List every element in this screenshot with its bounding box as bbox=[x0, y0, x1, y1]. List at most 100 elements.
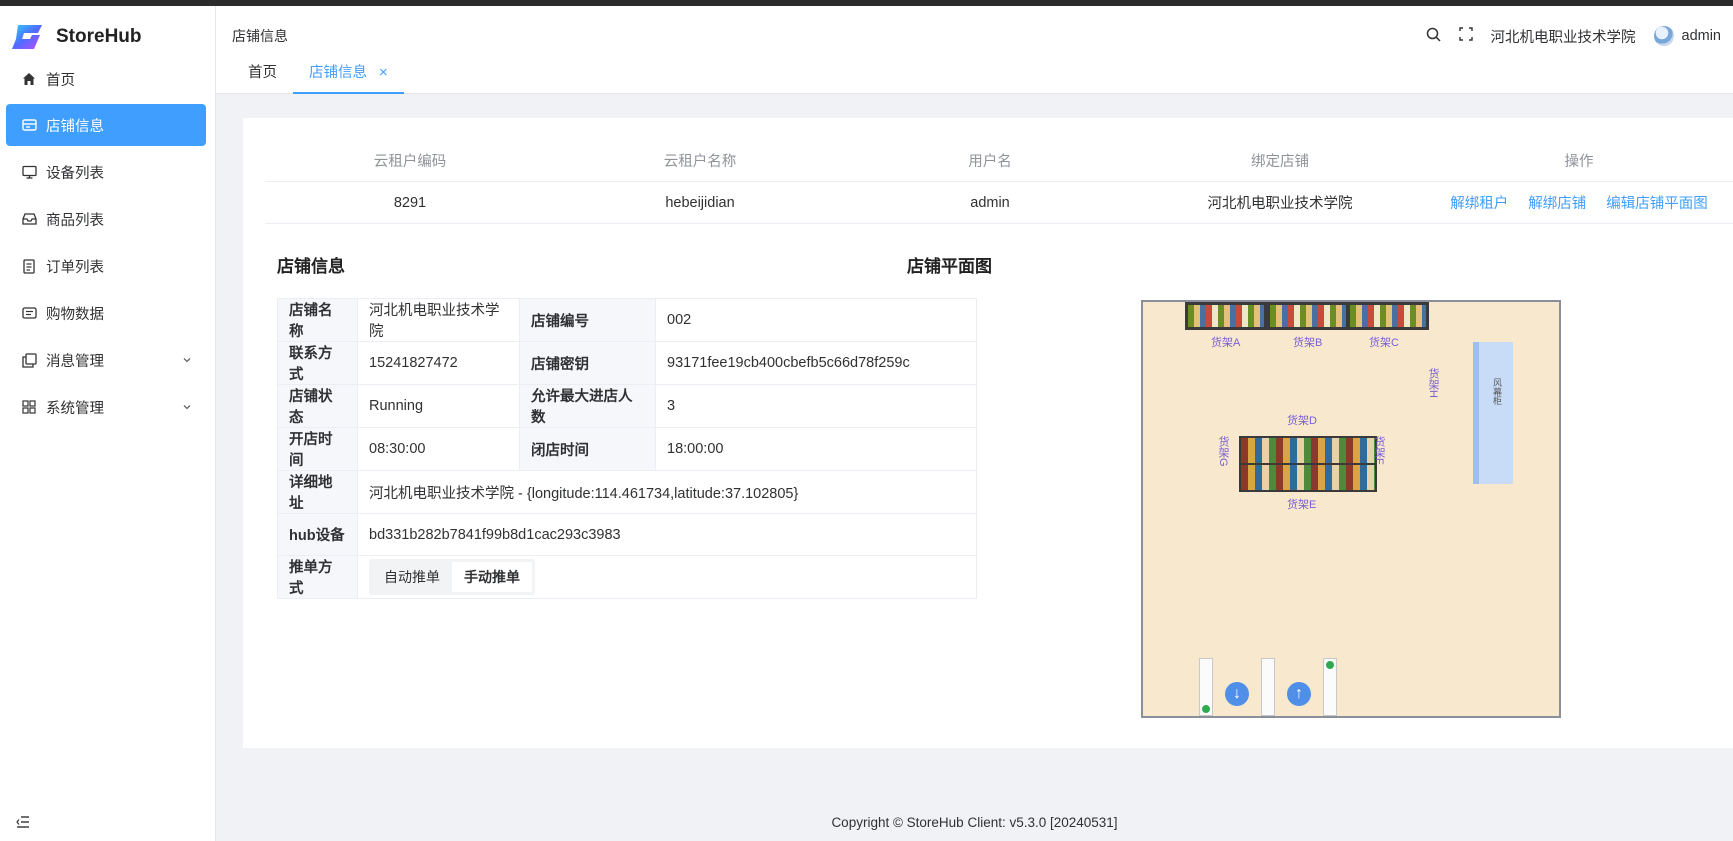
info-label: 店铺名称 bbox=[277, 298, 358, 342]
bound-store: 河北机电职业技术学院 bbox=[1207, 196, 1353, 212]
shelf-c-label: 货架C bbox=[1369, 337, 1399, 349]
sidebar-item-orders[interactable]: 订单列表 bbox=[6, 245, 206, 287]
page-tabs: 首页 店铺信息 × bbox=[232, 58, 404, 94]
home-icon bbox=[20, 70, 38, 88]
exit-arrow-icon: ↓ bbox=[1225, 682, 1249, 706]
shelf-b bbox=[1267, 302, 1349, 330]
info-row: 联系方式 15241827472 店铺密钥 93171fee19cb400cbe… bbox=[277, 341, 977, 385]
info-label: 店铺状态 bbox=[277, 384, 358, 428]
user-menu[interactable]: admin bbox=[1653, 26, 1722, 46]
info-row: hub设备 bd331b282b7841f99b8d1cac293c3983 bbox=[277, 513, 977, 556]
storehub-logo-icon bbox=[10, 22, 44, 52]
info-label: 联系方式 bbox=[277, 341, 358, 385]
floor-plan: 货架A 货架B 货架C 货架H 风幕柜 货架D 货架G 货架F 货架E ↓ ↑ bbox=[1141, 300, 1561, 718]
info-row: 推单方式 自动推单 手动推单 bbox=[277, 555, 977, 599]
app-logo[interactable]: StoreHub bbox=[10, 19, 142, 55]
sidebar: StoreHub 首页 店铺信息 设备列表 商品列表 订单列表 购物数据 消息管… bbox=[0, 6, 216, 841]
sidebar-item-store-info[interactable]: 店铺信息 bbox=[6, 104, 206, 146]
floor-plan-title: 店铺平面图 bbox=[907, 257, 992, 276]
column-header: 云租户名称 bbox=[663, 154, 737, 170]
column-header: 用户名 bbox=[968, 154, 1012, 170]
tenant-name: hebeijidian bbox=[665, 194, 735, 211]
search-icon[interactable] bbox=[1426, 27, 1441, 46]
shelf-f-label: 货架F bbox=[1373, 436, 1385, 465]
info-row: 详细地址 河北机电职业技术学院 - {longitude:114.461734,… bbox=[277, 470, 977, 514]
shelf-b-label: 货架B bbox=[1293, 337, 1323, 349]
status-dot bbox=[1325, 660, 1335, 670]
entry-gate bbox=[1261, 658, 1275, 716]
top-header: 店铺信息 河北机电职业技术学院 admin 首页 店铺信息 × bbox=[216, 6, 1733, 94]
push-mode-cell: 自动推单 手动推单 bbox=[357, 555, 977, 599]
data-icon bbox=[20, 304, 38, 322]
close-time-value: 18:00:00 bbox=[655, 427, 977, 471]
store-info-table: 店铺名称 河北机电职业技术学院 店铺编号 002 联系方式 1524182747… bbox=[277, 298, 977, 599]
tab-store-info[interactable]: 店铺信息 × bbox=[293, 58, 404, 94]
info-label: 开店时间 bbox=[277, 427, 358, 471]
username: admin bbox=[1681, 28, 1722, 44]
sidebar-item-system[interactable]: 系统管理 bbox=[6, 386, 206, 428]
shelf-d-label: 货架D bbox=[1287, 415, 1317, 427]
open-time-value: 08:30:00 bbox=[357, 427, 520, 471]
display-cabinet: 风幕柜 bbox=[1473, 342, 1513, 484]
unbind-tenant-link[interactable]: 解绑租户 bbox=[1450, 196, 1508, 212]
info-row: 店铺状态 Running 允许最大进店人数 3 bbox=[277, 384, 977, 428]
column-header: 绑定店铺 bbox=[1251, 154, 1309, 170]
table-header-row: 云租户编码 云租户名称 用户名 绑定店铺 操作 bbox=[265, 140, 1733, 182]
push-auto-option[interactable]: 自动推单 bbox=[372, 562, 452, 592]
info-label: 推单方式 bbox=[277, 555, 358, 599]
row-actions: 解绑租户 解绑店铺 编辑店铺平面图 bbox=[1425, 192, 1733, 213]
chevron-down-icon bbox=[182, 400, 192, 416]
store-status-value: Running bbox=[357, 384, 520, 428]
sidebar-item-label: 系统管理 bbox=[46, 400, 104, 417]
cabinet-label: 风幕柜 bbox=[1492, 378, 1502, 405]
sidebar-item-label: 消息管理 bbox=[46, 353, 104, 370]
fullscreen-icon[interactable] bbox=[1458, 27, 1473, 45]
info-label: 店铺编号 bbox=[519, 298, 656, 342]
copy-icon bbox=[20, 351, 38, 369]
push-mode-toggle: 自动推单 手动推单 bbox=[369, 559, 535, 595]
unbind-store-link[interactable]: 解绑店铺 bbox=[1528, 196, 1586, 212]
header-actions: 河北机电职业技术学院 admin bbox=[1426, 24, 1722, 48]
inbox-icon bbox=[20, 210, 38, 228]
sidebar-item-shopping-data[interactable]: 购物数据 bbox=[6, 292, 206, 334]
collapse-sidebar-icon[interactable] bbox=[16, 815, 30, 831]
app-name: StoreHub bbox=[56, 26, 142, 47]
close-icon[interactable]: × bbox=[379, 64, 388, 81]
column-header: 操作 bbox=[1564, 154, 1594, 170]
store-number-value: 002 bbox=[655, 298, 977, 342]
sidebar-item-label: 设备列表 bbox=[46, 165, 104, 182]
shelf-e-label: 货架E bbox=[1287, 499, 1317, 511]
store-name-value: 河北机电职业技术学院 bbox=[357, 298, 520, 342]
tab-label: 店铺信息 bbox=[309, 65, 367, 81]
sidebar-item-messages[interactable]: 消息管理 bbox=[6, 339, 206, 381]
tab-home[interactable]: 首页 bbox=[232, 58, 293, 94]
shelf-a bbox=[1185, 302, 1267, 330]
max-people-value: 3 bbox=[655, 384, 977, 428]
shelf-c bbox=[1347, 302, 1429, 330]
store-info-title: 店铺信息 bbox=[277, 257, 345, 276]
shelf-h-label: 货架H bbox=[1427, 368, 1439, 398]
tab-label: 首页 bbox=[248, 65, 277, 81]
shelf-a-label: 货架A bbox=[1211, 337, 1241, 349]
sidebar-item-label: 首页 bbox=[46, 72, 75, 89]
document-icon bbox=[20, 257, 38, 275]
entry-arrow-icon: ↑ bbox=[1287, 682, 1311, 706]
info-row: 开店时间 08:30:00 闭店时间 18:00:00 bbox=[277, 427, 977, 471]
info-label: hub设备 bbox=[277, 513, 358, 556]
tenant-username: admin bbox=[970, 194, 1010, 211]
info-label: 允许最大进店人数 bbox=[519, 384, 656, 428]
status-dot bbox=[1201, 704, 1211, 714]
push-manual-option[interactable]: 手动推单 bbox=[452, 562, 532, 592]
breadcrumb: 店铺信息 bbox=[232, 28, 288, 44]
sidebar-item-home[interactable]: 首页 bbox=[6, 58, 206, 100]
info-label: 店铺密钥 bbox=[519, 341, 656, 385]
sidebar-item-products[interactable]: 商品列表 bbox=[6, 198, 206, 240]
address-value: 河北机电职业技术学院 - {longitude:114.461734,latit… bbox=[357, 470, 977, 514]
hub-device-value: bd331b282b7841f99b8d1cac293c3983 bbox=[357, 513, 977, 556]
shelf-g-label: 货架G bbox=[1217, 436, 1229, 467]
sidebar-item-devices[interactable]: 设备列表 bbox=[6, 151, 206, 193]
info-label: 闭店时间 bbox=[519, 427, 656, 471]
tenant-table: 云租户编码 云租户名称 用户名 绑定店铺 操作 8291 hebeijidian… bbox=[265, 140, 1733, 224]
table-row: 8291 hebeijidian admin 河北机电职业技术学院 解绑租户 解… bbox=[265, 182, 1733, 224]
edit-floor-plan-link[interactable]: 编辑店铺平面图 bbox=[1606, 196, 1708, 212]
